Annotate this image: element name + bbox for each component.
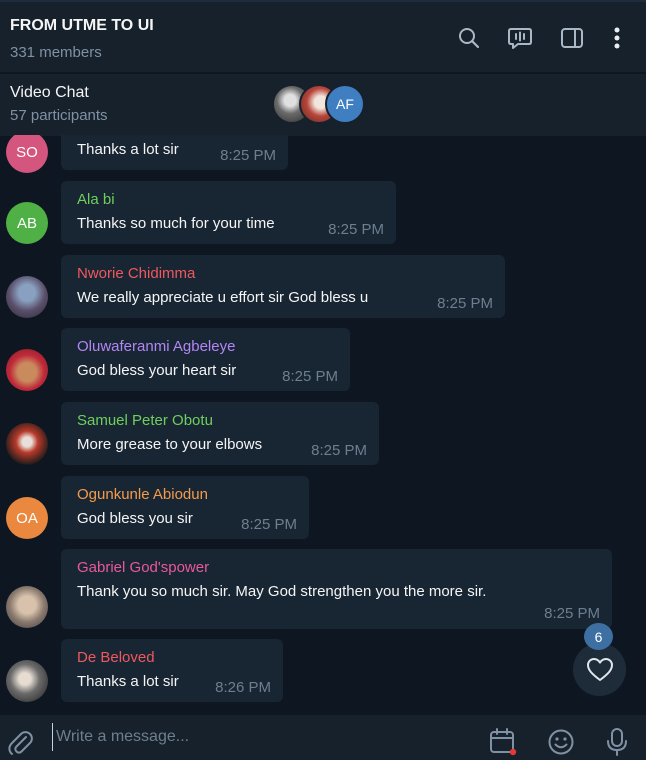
message-text: Thanks a lot sir — [77, 141, 179, 158]
sender-name[interactable]: Oluwaferanmi Agbeleye — [77, 338, 235, 355]
chat-title[interactable]: FROM UTME TO UI — [10, 17, 154, 35]
sender-name[interactable]: Ogunkunle Abiodun — [77, 486, 208, 503]
more-vertical-icon[interactable] — [603, 24, 631, 52]
avatar[interactable]: AB — [6, 202, 48, 244]
reactions-button[interactable] — [573, 643, 626, 696]
sender-name[interactable]: Nworie Chidimma — [77, 265, 195, 282]
message-bubble[interactable]: Gabriel God'spower Thank you so much sir… — [61, 549, 612, 629]
message-bubble[interactable]: Nworie Chidimma We really appreciate u e… — [61, 255, 505, 318]
member-count: 331 members — [10, 44, 102, 61]
message-list[interactable]: SO Thanks a lot sir 8:25 PM AB Ala bi Th… — [0, 135, 646, 715]
avatar[interactable] — [6, 276, 48, 318]
schedule-icon[interactable] — [488, 727, 518, 757]
message-text: We really appreciate u effort sir God bl… — [77, 289, 369, 306]
emoji-icon[interactable] — [546, 727, 576, 757]
message-text: God bless you sir — [77, 510, 193, 527]
sender-name[interactable]: Gabriel God'spower — [77, 559, 209, 576]
avatar[interactable]: SO — [6, 135, 48, 173]
message-text: More grease to your elbows — [77, 436, 263, 453]
message-time: 8:25 PM — [220, 147, 276, 164]
message-time: 8:25 PM — [282, 368, 338, 385]
avatar[interactable]: OA — [6, 497, 48, 539]
sender-name[interactable]: Samuel Peter Obotu — [77, 412, 213, 429]
message-text: God bless your heart sir — [77, 362, 237, 379]
message-time: 8:25 PM — [328, 221, 384, 238]
message-bubble[interactable]: Thanks a lot sir 8:25 PM — [61, 135, 288, 170]
message-bubble[interactable]: Ogunkunle Abiodun God bless you sir 8:25… — [61, 476, 309, 539]
message-text: Thanks a lot sir — [77, 673, 179, 690]
heart-icon — [586, 657, 613, 681]
message-bubble[interactable]: Oluwaferanmi Agbeleye God bless your hea… — [61, 328, 350, 391]
avatar[interactable] — [6, 660, 48, 702]
message-bubble[interactable]: Samuel Peter Obotu More grease to your e… — [61, 402, 379, 465]
message-text: Thanks so much for your time — [77, 215, 275, 232]
avatar[interactable] — [6, 349, 48, 391]
paperclip-icon[interactable] — [5, 727, 35, 757]
sender-name[interactable]: Ala bi — [77, 191, 115, 208]
video-chat-bar[interactable]: Video Chat 57 participants AF — [0, 73, 646, 136]
microphone-icon[interactable] — [602, 727, 632, 757]
avatar[interactable] — [6, 586, 48, 628]
search-icon[interactable] — [455, 24, 483, 52]
sender-name[interactable]: De Beloved — [77, 649, 155, 666]
live-stream-icon[interactable] — [506, 24, 534, 52]
reactions-badge[interactable]: 6 — [584, 623, 613, 650]
message-time: 8:25 PM — [437, 295, 493, 312]
sidebar-icon[interactable] — [558, 24, 586, 52]
chat-header[interactable]: FROM UTME TO UI 331 members — [0, 2, 646, 72]
message-time: 8:25 PM — [241, 516, 297, 533]
message-input[interactable] — [52, 723, 476, 751]
message-time: 8:25 PM — [544, 605, 600, 622]
avatar[interactable] — [6, 423, 48, 465]
message-bubble[interactable]: De Beloved Thanks a lot sir 8:26 PM — [61, 639, 283, 702]
video-chat-title: Video Chat — [10, 84, 89, 101]
message-composer[interactable] — [0, 715, 646, 760]
message-bubble[interactable]: Ala bi Thanks so much for your time 8:25… — [61, 181, 396, 244]
message-time: 8:25 PM — [311, 442, 367, 459]
message-text: Thank you so much sir. May God strengthe… — [77, 583, 487, 600]
message-time: 8:26 PM — [215, 679, 271, 696]
participant-avatar-initials: AF — [325, 84, 365, 124]
video-chat-participants: 57 participants — [10, 107, 108, 124]
